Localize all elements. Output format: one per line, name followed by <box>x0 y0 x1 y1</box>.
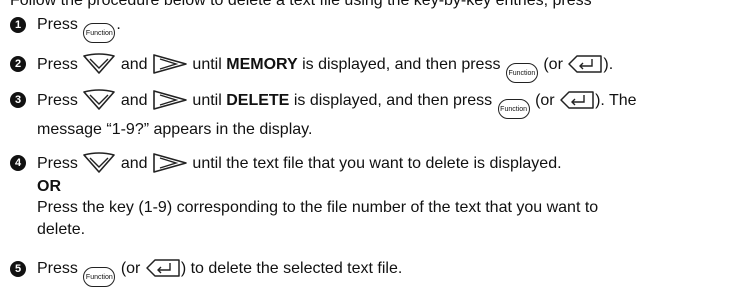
enter-key-icon <box>560 91 594 109</box>
step-text: until <box>192 56 222 73</box>
step-number: 2 <box>10 56 26 72</box>
step-number: 4 <box>10 155 26 171</box>
step-4: 4 Press and until the text file that you… <box>10 152 745 241</box>
cursor-right-key-icon <box>153 90 187 110</box>
function-key-icon: Function <box>505 63 538 83</box>
step-text: Press <box>37 92 78 109</box>
step-text: ). <box>603 56 614 73</box>
step-text: ). The <box>595 92 637 109</box>
cursor-down-key-icon <box>83 53 116 74</box>
function-key-icon: Function <box>83 267 116 287</box>
step-2: 2 Press and until MEMORY is displayed, a… <box>10 53 745 83</box>
menu-target-label: DELETE <box>226 92 290 109</box>
instruction-page: Follow the procedure below to delete a t… <box>0 0 751 287</box>
cursor-down-key-icon <box>83 89 116 110</box>
step-text: is displayed, and then press <box>302 56 501 73</box>
step-text: (or <box>535 92 555 109</box>
step-text: until <box>192 92 222 109</box>
cursor-right-key-icon <box>153 153 187 173</box>
enter-key-icon <box>146 259 180 277</box>
cursor-right-key-icon <box>153 54 187 74</box>
menu-target-label: MEMORY <box>226 56 298 73</box>
step-text: and <box>120 92 148 109</box>
step-3: 3 Press and until DELETE is displayed, a… <box>10 89 745 141</box>
step-text: and <box>120 155 148 172</box>
step-number: 1 <box>10 17 26 33</box>
step-text: message “1-9?” appears in the display. <box>37 121 313 138</box>
function-key-icon: Function <box>83 23 116 43</box>
step-text: Press the key (1-9) corresponding to the… <box>37 199 599 216</box>
step-text: until the text file that you want to del… <box>192 155 562 172</box>
cursor-down-key-icon <box>83 152 116 173</box>
step-1: 1 Press Function. <box>10 14 745 43</box>
step-text: and <box>120 56 148 73</box>
step-5: 5 Press Function (or ) to delete the sel… <box>10 258 745 287</box>
function-key-icon: Function <box>497 99 530 119</box>
step-text: . <box>116 16 121 33</box>
step-text: Press <box>37 16 78 33</box>
step-text: is displayed, and then press <box>293 92 493 109</box>
step-text: ) to delete the selected text file. <box>180 260 403 277</box>
step-number: 5 <box>10 261 26 277</box>
step-text: (or <box>120 260 141 277</box>
step-text: Press <box>37 56 78 73</box>
step-text: (or <box>543 56 563 73</box>
step-number: 3 <box>10 92 26 108</box>
intro-text: Follow the procedure below to delete a t… <box>10 0 592 9</box>
step-text: Press <box>37 260 78 277</box>
step-text: Press <box>37 155 78 172</box>
or-label: OR <box>37 178 61 195</box>
enter-key-icon <box>568 55 603 73</box>
step-text: delete. <box>37 221 86 238</box>
